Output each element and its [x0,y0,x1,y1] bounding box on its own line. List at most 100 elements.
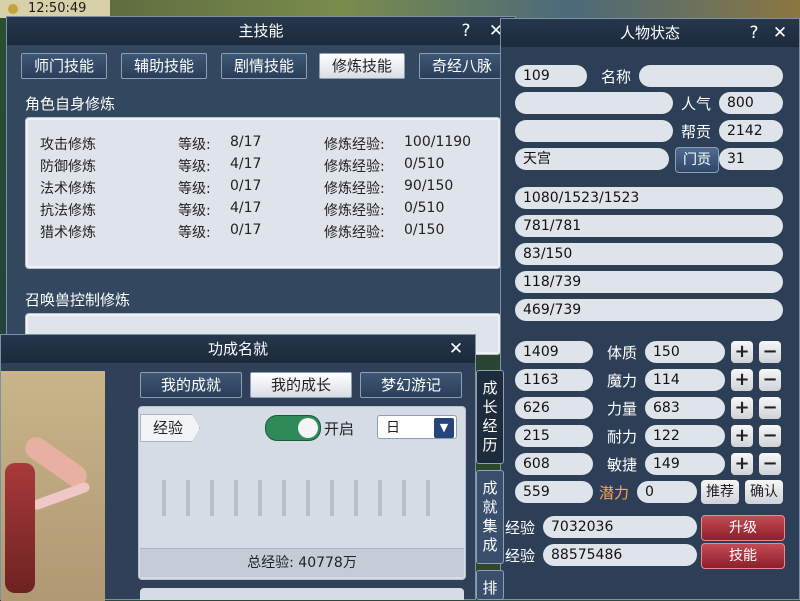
guild-field [515,120,673,142]
level-value: 8/17 [230,134,262,150]
growth-bar [162,480,166,516]
achievement-titlebar[interactable]: 功成名就 [1,335,475,363]
level-label: 等级: [178,137,211,153]
pet-control-heading: 召唤兽控制修炼 [25,291,131,309]
stat-left-value: 215 [515,425,593,447]
title-field [515,92,673,114]
exp-value: 90/150 [404,178,454,194]
achievement-close-button[interactable]: ✕ [445,338,467,360]
popularity-label: 人气 [681,95,712,113]
exp-label: 修炼经验: [324,137,385,153]
character-portrait [1,371,105,601]
exp-label: 修炼经验: [324,181,385,197]
level-field: 109 [515,65,587,87]
growth-bar [258,480,262,516]
confirm-button[interactable]: 确认 [745,480,783,504]
growth-bar [378,480,382,516]
sect-contrib-button[interactable]: 门贡 [675,147,719,173]
cultivation-name: 抗法修炼 [40,203,96,219]
growth-bar [426,480,430,516]
character-status-window: 人物状态 ? ✕ 109 名称 人气 800 帮贡 2142 天宫 门贡 31 … [500,18,800,600]
plus-button[interactable]: + [731,453,753,475]
stat-left-value: 626 [515,397,593,419]
stat-left-value: 608 [515,453,593,475]
clock-icon [8,4,18,14]
mp-bar: 781/781 [515,215,783,237]
main-skill-window: 主技能 ? ✕ 师门技能 辅助技能 剧情技能 修炼技能 奇经八脉 角色自身修炼 … [6,16,516,355]
status-help-button[interactable]: ? [743,22,765,44]
minus-button[interactable]: − [759,397,781,419]
energy-bar: 469/739 [515,299,783,321]
exp2-field: 88575486 [543,544,697,566]
period-select[interactable]: 日 ▼ [377,415,457,439]
plus-button[interactable]: + [731,425,753,447]
side-tab-collection[interactable]: 成就集成 [476,470,504,564]
chevron-down-icon: ▼ [434,418,454,438]
stat-label: 体质 [607,344,638,362]
stat-value: 114 [645,369,725,391]
toggle-knob [298,418,318,438]
minus-button[interactable]: − [759,425,781,447]
tab-my-growth[interactable]: 我的成长 [250,372,352,398]
vitality-bar: 118/739 [515,271,783,293]
exp-value: 100/1190 [404,134,472,150]
tab-sect-skills[interactable]: 师门技能 [21,53,107,79]
tab-my-achievements[interactable]: 我的成就 [140,372,242,398]
growth-bar [330,480,334,516]
upgrade-button[interactable]: 升级 [701,515,785,541]
exp-field: 7032036 [543,516,697,538]
self-cultivation-heading: 角色自身修炼 [25,95,116,113]
level-label: 等级: [178,159,211,175]
popularity-field: 800 [719,92,783,114]
stat-value: 150 [645,341,725,363]
tab-story-skills[interactable]: 剧情技能 [221,53,307,79]
level-value: 4/17 [230,200,262,216]
achievement-title: 功成名就 [207,340,268,358]
exp-value: 0/150 [404,222,445,238]
name-label: 名称 [601,68,632,86]
growth-bar [306,480,310,516]
growth-bar [234,480,238,516]
level-label: 等级: [178,203,211,219]
exp-label: 修炼经验: [324,225,385,241]
tab-support-skills[interactable]: 辅助技能 [121,53,207,79]
status-close-button[interactable]: ✕ [769,22,791,44]
exp-value: 0/510 [404,200,445,216]
plus-button[interactable]: + [731,397,753,419]
exp2-label: 经验 [505,547,536,565]
remaining-points-field: 559 [515,481,593,503]
skill-window-titlebar[interactable]: 主技能 [7,17,515,45]
minus-button[interactable]: − [759,369,781,391]
level-label: 等级: [178,225,211,241]
status-window-title: 人物状态 [619,24,680,42]
exp-label: 修炼经验: [324,159,385,175]
skills-button[interactable]: 技能 [701,543,785,569]
stat-label: 魔力 [607,372,638,390]
exp-label: 修炼经验: [324,203,385,219]
side-tab-growth[interactable]: 成长经历 [476,370,504,464]
growth-bar [282,480,286,516]
skill-help-button[interactable]: ? [455,20,477,42]
cultivation-name: 防御修炼 [40,159,96,175]
sect-field: 天宫 [515,148,669,170]
minus-button[interactable]: − [759,453,781,475]
plus-button[interactable]: + [731,369,753,391]
level-value: 0/17 [230,178,262,194]
hp-bar: 1080/1523/1523 [515,187,783,209]
plus-button[interactable]: + [731,341,753,363]
enable-toggle[interactable] [265,415,321,441]
minus-button[interactable]: − [759,341,781,363]
tab-fantasy-travels[interactable]: 梦幻游记 [360,372,462,398]
recommend-button[interactable]: 推荐 [701,480,739,504]
side-tab-rank[interactable]: 排 [476,570,504,600]
level-label: 等级: [178,181,211,197]
tab-cultivation-skills[interactable]: 修炼技能 [319,53,405,79]
growth-bar [354,480,358,516]
growth-bar [402,480,406,516]
tab-meridian-skills[interactable]: 奇经八脉 [419,53,505,79]
stat-value: 683 [645,397,725,419]
stat-label: 耐力 [607,428,638,446]
stat-value: 149 [645,453,725,475]
sect-contrib-field: 31 [719,148,783,170]
stat-label: 力量 [607,400,638,418]
